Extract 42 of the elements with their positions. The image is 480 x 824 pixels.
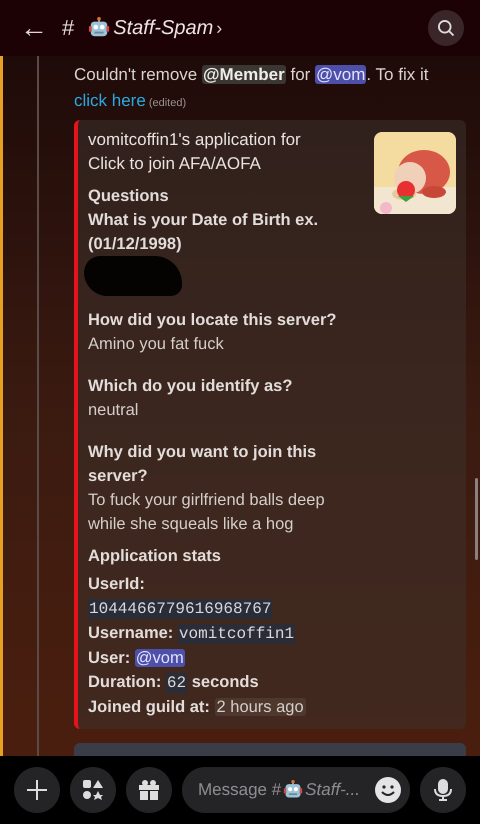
click-here-link[interactable]: click here [74,91,146,110]
stat-suffix: seconds [192,673,259,691]
gift-button[interactable] [126,767,172,813]
answer: To fuck your girlfriend balls deep while she squeals like a hog [88,490,326,535]
answer: neutral [88,400,140,421]
question: Why did you want to join this server? [88,442,318,487]
user-mention[interactable]: @vom [134,649,185,667]
gift-icon [138,779,160,801]
question: How did you locate this server? [88,310,338,331]
message-field[interactable]: Message # Staff-... [182,767,410,813]
stat-label: Username: [88,624,174,642]
stat-label: UserId: [88,575,145,593]
plus-icon [26,779,48,801]
robot-icon [88,17,110,39]
robot-icon [283,780,304,800]
code-value: 1044466779616968767 [88,599,272,619]
section-heading: Questions [88,186,170,207]
channel-title[interactable]: Staff-Spam [113,16,214,40]
microphone-icon [432,779,454,801]
answer: Amino you fat fuck [88,334,225,355]
embed-title: Click to join AFA/AOFA [88,153,262,175]
question: Which do you identify as? [88,376,294,397]
code-value: vomitcoffin1 [178,624,296,644]
add-button[interactable] [14,767,60,813]
message-text: Couldn't remove @Member for @vom. To fix it click here (edited) [74,64,430,112]
emoji-icon[interactable] [374,776,402,804]
shapes-icon [82,779,104,801]
code-value: 62 [166,673,188,693]
question: What is your Date of Birth ex. (01/12/1998) [88,210,320,255]
search-button[interactable] [428,10,464,46]
timestamp: 2 hours ago [214,698,306,716]
stat-label: User: [88,649,130,667]
back-button[interactable]: ← [20,14,48,42]
search-icon [436,18,456,38]
stat-label: Joined guild at: [88,698,210,716]
chevron-icon: › [216,19,222,37]
section-heading: Application stats [88,546,222,567]
hash-icon: # [62,17,74,39]
apps-button[interactable] [70,767,116,813]
embed-title: vomitcoffin1's application for [88,129,302,151]
stat-label: Duration: [88,673,162,691]
microphone-button[interactable] [420,767,466,813]
